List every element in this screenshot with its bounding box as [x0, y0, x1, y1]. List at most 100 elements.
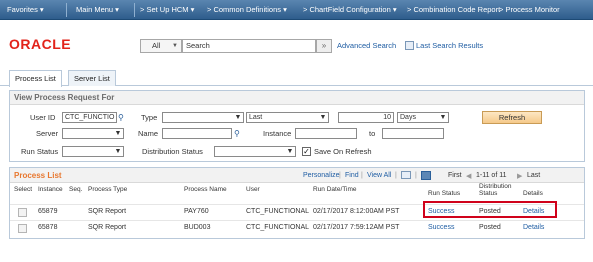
row-instance: 65878: [38, 224, 58, 231]
chevron-down-icon: ▼: [114, 148, 122, 155]
instance-to-label: to: [369, 129, 376, 138]
view-all-link[interactable]: View All: [367, 172, 391, 179]
last-select[interactable]: Last ▼: [246, 112, 329, 123]
header-bar: ORACLE All ▼ Search » Advanced Search La…: [0, 20, 593, 62]
advanced-search-link[interactable]: Advanced Search: [337, 41, 396, 50]
row-instance: 65879: [38, 208, 58, 215]
row-user: CTC_FUNCTIONAL: [246, 208, 310, 215]
last-label[interactable]: Last: [527, 172, 540, 179]
period-select[interactable]: Days ▼: [397, 112, 449, 123]
name-label: Name: [138, 129, 159, 138]
highlight-box: [423, 201, 557, 218]
period-value: Days: [400, 114, 416, 121]
user-id-label: User ID: [30, 113, 56, 122]
nav-main-menu[interactable]: Main Menu ▾: [76, 0, 119, 20]
link-divider: |: [395, 172, 397, 179]
type-label: Type: [141, 113, 158, 122]
search-go-button[interactable]: »: [316, 39, 332, 53]
tab-process-list[interactable]: Process List: [9, 70, 62, 87]
save-on-refresh-checkbox[interactable]: ✓: [302, 147, 311, 156]
col-select: Select: [14, 186, 33, 193]
next-arrow-icon[interactable]: ▶: [517, 172, 522, 180]
page-tabs: Process List Server List: [0, 62, 593, 87]
row-process-name: BUD003: [184, 224, 211, 231]
last-search-results-icon[interactable]: [405, 41, 414, 50]
last-count-input[interactable]: 10: [338, 112, 394, 123]
row-range: 1-11 of 11: [476, 172, 507, 179]
user-id-input[interactable]: CTC_FUNCTIO: [62, 112, 117, 123]
nav-separator: [66, 3, 67, 17]
instance-to-input[interactable]: [382, 128, 444, 139]
link-divider: |: [415, 172, 417, 179]
last-value: Last: [249, 114, 263, 121]
row-distribution-status: Posted: [479, 224, 501, 231]
tab-label: Process List: [15, 74, 56, 83]
distribution-status-label: Distribution Status: [142, 147, 203, 156]
nav-chartfield-configuration[interactable]: > ChartField Configuration ▾: [303, 0, 397, 20]
row-run-datetime: 02/17/2017 7:59:12AM PST: [313, 224, 400, 231]
server-select[interactable]: ▼: [62, 128, 124, 139]
chevron-down-icon: ▼: [234, 114, 242, 121]
nav-combination-code-report[interactable]: > Combination Code Report: [407, 0, 500, 20]
chevron-down-icon: ▼: [439, 114, 447, 121]
row-run-status[interactable]: Success: [428, 224, 454, 231]
save-on-refresh-label: Save On Refresh: [314, 147, 372, 156]
row-details-link[interactable]: Details: [523, 224, 544, 231]
run-status-select[interactable]: ▼: [62, 146, 124, 157]
tab-server-list[interactable]: Server List: [68, 70, 116, 86]
refresh-button[interactable]: Refresh: [482, 111, 542, 124]
row-user: CTC_FUNCTIONAL: [246, 224, 310, 231]
download-grid-icon[interactable]: [421, 171, 431, 180]
instance-from-input[interactable]: [295, 128, 357, 139]
link-divider: |: [339, 172, 341, 179]
nav-common-definitions[interactable]: > Common Definitions ▾: [207, 0, 287, 20]
row-process-type: SQR Report: [88, 224, 127, 231]
find-link[interactable]: Find: [345, 172, 359, 179]
link-divider: |: [361, 172, 363, 179]
chevron-down-icon: ▼: [286, 148, 294, 155]
user-id-search-icon[interactable]: ⚲: [118, 113, 127, 122]
search-scope-select[interactable]: All ▼: [140, 39, 182, 53]
first-label[interactable]: First: [448, 172, 462, 179]
row-process-name: PAY760: [184, 208, 209, 215]
col-process-name: Process Name: [184, 186, 227, 193]
row-select-checkbox[interactable]: [18, 208, 27, 217]
col-seq: Seq.: [69, 186, 83, 193]
server-label: Server: [36, 129, 59, 138]
oracle-logo: ORACLE: [9, 36, 72, 52]
row-select-checkbox[interactable]: [18, 224, 27, 233]
distribution-status-select[interactable]: ▼: [214, 146, 296, 157]
type-select[interactable]: ▼: [162, 112, 244, 123]
top-nav-bar: Favorites ▾ Main Menu ▾ > Set Up HCM ▾ >…: [0, 0, 593, 20]
process-list-title: Process List: [14, 171, 62, 180]
col-distribution-status: Distribution Status: [479, 183, 512, 197]
nav-process-monitor[interactable]: > Process Monitor: [499, 0, 560, 20]
col-run-datetime: Run Date/Time: [313, 186, 357, 193]
last-search-results-link[interactable]: Last Search Results: [416, 41, 483, 50]
zoom-grid-icon[interactable]: [401, 171, 411, 179]
name-search-icon[interactable]: ⚲: [234, 129, 243, 138]
instance-label: Instance: [263, 129, 292, 138]
row-process-type: SQR Report: [88, 208, 127, 215]
chevron-down-icon: ▼: [172, 43, 178, 49]
col-process-type: Process Type: [88, 186, 128, 193]
search-input[interactable]: Search: [182, 39, 316, 53]
nav-favorites[interactable]: Favorites ▾: [7, 0, 44, 20]
table-row: 65878 SQR Report BUD003 CTC_FUNCTIONAL 0…: [10, 220, 584, 235]
search-scope-value: All: [152, 41, 161, 50]
col-run-status: Run Status: [428, 190, 461, 197]
col-details: Details: [523, 190, 543, 197]
chevron-down-icon: ▼: [114, 130, 122, 137]
col-user: User: [246, 186, 260, 193]
nav-set-up-hcm[interactable]: > Set Up HCM ▾: [140, 0, 194, 20]
name-input[interactable]: [162, 128, 232, 139]
personalize-link[interactable]: Personalize: [303, 172, 340, 179]
view-process-request-panel: View Process Request For User ID CTC_FUN…: [9, 90, 585, 162]
col-instance: Instance: [38, 186, 63, 193]
tab-label: Server List: [74, 74, 110, 83]
panel-title: View Process Request For: [10, 91, 584, 105]
previous-arrow-icon[interactable]: ◀: [466, 172, 471, 180]
chevron-down-icon: ▼: [319, 114, 327, 121]
run-status-label: Run Status: [21, 147, 59, 156]
nav-separator: [134, 3, 135, 17]
